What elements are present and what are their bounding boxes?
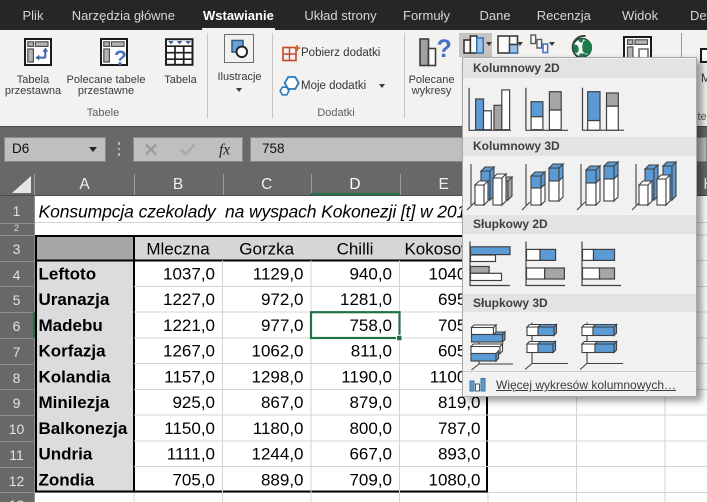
- svg-text:?: ?: [114, 47, 127, 68]
- svg-text:940,0: 940,0: [349, 265, 392, 284]
- svg-text:1227,0: 1227,0: [163, 290, 215, 309]
- svg-text:Madebu: Madebu: [39, 316, 103, 335]
- svg-text:Uranazja: Uranazja: [39, 290, 110, 309]
- svg-text:Chilli: Chilli: [337, 240, 374, 259]
- svg-text:972,0: 972,0: [261, 290, 304, 309]
- svg-text:787,0: 787,0: [438, 419, 481, 438]
- svg-text:867,0: 867,0: [261, 393, 304, 412]
- svg-text:1267,0: 1267,0: [163, 342, 215, 361]
- svg-text:Gorzka: Gorzka: [239, 240, 294, 259]
- svg-text:1180,0: 1180,0: [253, 419, 304, 438]
- svg-text:758,0: 758,0: [349, 316, 392, 335]
- svg-text:1037,0: 1037,0: [163, 265, 215, 284]
- svg-text:977,0: 977,0: [261, 316, 304, 335]
- svg-text:Minilezja: Minilezja: [39, 393, 110, 412]
- svg-text:889,0: 889,0: [261, 470, 304, 489]
- svg-text:1150,0: 1150,0: [164, 419, 215, 438]
- svg-text:Konsumpcja czekolady na wyspa: Konsumpcja czekolady na wyspach Kokonezj…: [39, 202, 515, 222]
- svg-text:1281,0: 1281,0: [340, 290, 392, 309]
- svg-text:Mleczna: Mleczna: [146, 240, 210, 259]
- svg-text:Undria: Undria: [39, 445, 93, 464]
- svg-text:fx: fx: [219, 142, 230, 159]
- svg-text:811,0: 811,0: [351, 342, 392, 361]
- svg-text:Korfazja: Korfazja: [39, 342, 107, 361]
- svg-text:1190,0: 1190,0: [341, 367, 392, 386]
- svg-text:1157,0: 1157,0: [164, 367, 215, 386]
- svg-text:925,0: 925,0: [172, 393, 215, 412]
- svg-text:893,0: 893,0: [438, 445, 481, 464]
- svg-text:1111,0: 1111,0: [167, 445, 215, 464]
- svg-text:Kolandia: Kolandia: [39, 367, 111, 386]
- svg-text:705,0: 705,0: [172, 470, 215, 489]
- svg-text:1129,0: 1129,0: [253, 265, 304, 284]
- svg-text:Leftoto: Leftoto: [39, 265, 97, 284]
- svg-text:1298,0: 1298,0: [252, 367, 304, 386]
- svg-text:?: ?: [437, 37, 452, 63]
- svg-text:1062,0: 1062,0: [252, 342, 304, 361]
- svg-text:1080,0: 1080,0: [429, 470, 481, 489]
- svg-text:1221,0: 1221,0: [163, 316, 215, 335]
- svg-text:667,0: 667,0: [349, 445, 392, 464]
- svg-text:709,0: 709,0: [349, 470, 392, 489]
- svg-text:Zondia: Zondia: [39, 470, 95, 489]
- svg-text:Balkonezja: Balkonezja: [39, 419, 128, 438]
- svg-text:800,0: 800,0: [349, 419, 392, 438]
- svg-text:879,0: 879,0: [349, 393, 392, 412]
- svg-text:1244,0: 1244,0: [252, 445, 304, 464]
